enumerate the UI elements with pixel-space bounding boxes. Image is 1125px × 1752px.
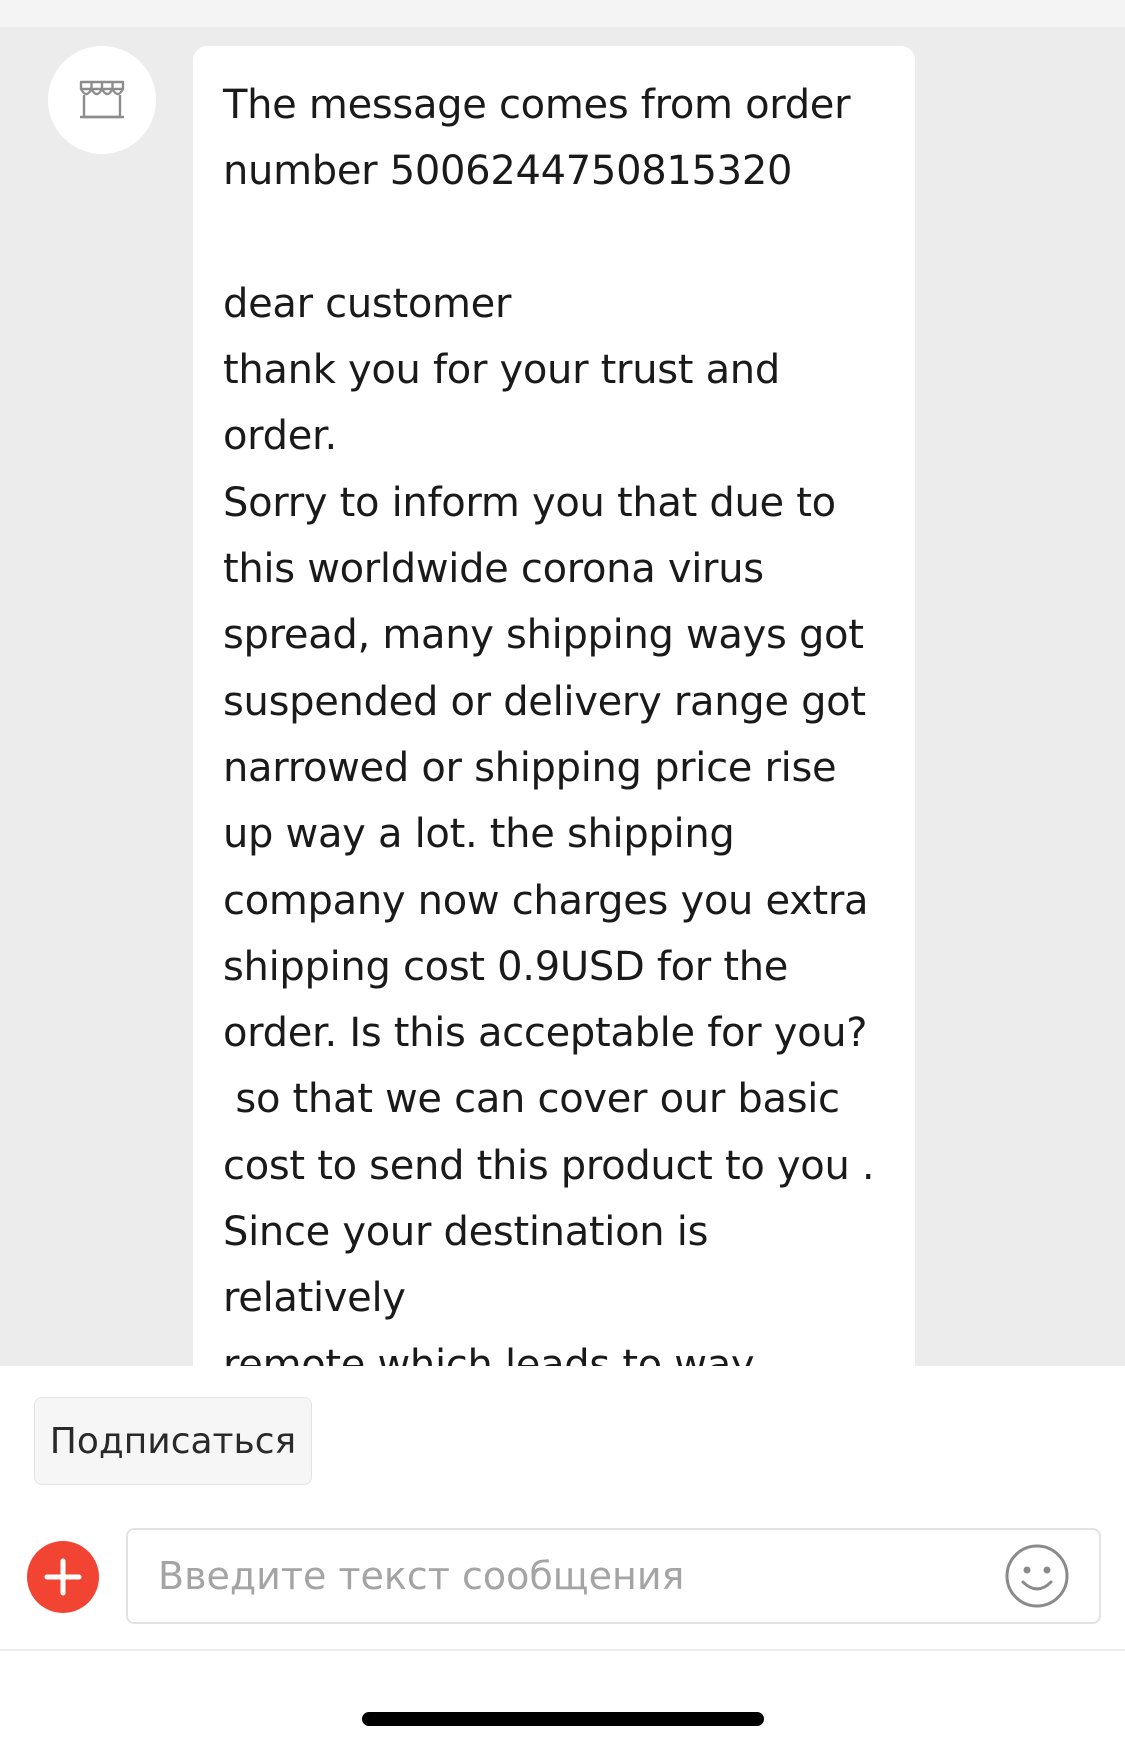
message-text: The message comes from order number 5006… [223,82,875,1366]
chat-area[interactable]: The message comes from order number 5006… [0,27,1125,1366]
seller-avatar[interactable] [48,46,156,154]
store-icon [79,80,125,119]
emoji-button[interactable] [1003,1542,1071,1610]
smiley-icon [1005,1544,1069,1608]
message-input[interactable] [126,1528,1101,1624]
bottom-panel: Подписаться [0,1366,1125,1752]
subscribe-button[interactable]: Подписаться [34,1397,312,1485]
message-bubble[interactable]: The message comes from order number 5006… [193,46,915,1366]
plus-icon [44,1558,82,1596]
home-indicator[interactable] [362,1712,764,1726]
add-attachment-button[interactable] [27,1541,99,1613]
divider [0,1649,1125,1651]
top-strip [0,0,1125,27]
